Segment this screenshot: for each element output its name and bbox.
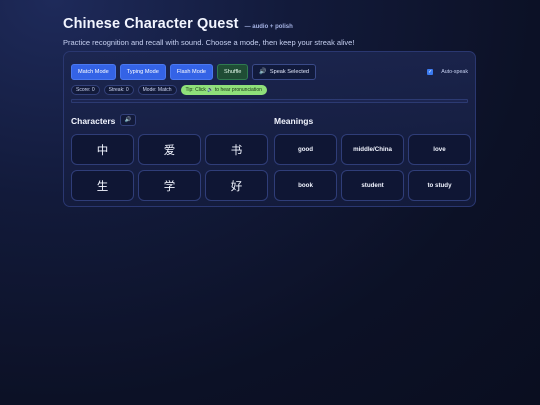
speaker-icon: 🔊 xyxy=(124,117,132,123)
auto-speak-toggle[interactable]: ✓ Auto-speak xyxy=(427,68,468,75)
page-header: Chinese Character Quest — audio + polish… xyxy=(63,16,354,47)
mode-toolbar: Match Mode Typing Mode Flash Mode Shuffl… xyxy=(71,63,468,80)
meaning-tile[interactable]: middle/China xyxy=(341,134,404,165)
meaning-tile[interactable]: to study xyxy=(408,170,471,201)
typing-mode-button[interactable]: Typing Mode xyxy=(119,63,166,80)
shuffle-button[interactable]: Shuffle xyxy=(217,63,249,80)
characters-heading: Characters xyxy=(71,116,116,126)
auto-speak-checkbox[interactable]: ✓ xyxy=(427,68,434,75)
character-tile[interactable]: 书 xyxy=(205,134,268,165)
title-row: Chinese Character Quest — audio + polish xyxy=(63,16,354,32)
meaning-tile[interactable]: student xyxy=(341,170,404,201)
quiz-card: Match Mode Typing Mode Flash Mode Shuffl… xyxy=(63,51,476,207)
character-tile[interactable]: 好 xyxy=(205,170,268,201)
status-row: Score: 0 Streak: 0 Mode: Match Tip: Clic… xyxy=(71,85,271,95)
characters-grid: 中 爱 书 生 学 好 xyxy=(71,134,268,201)
flash-mode-button[interactable]: Flash Mode xyxy=(169,63,214,80)
meaning-tile[interactable]: good xyxy=(274,134,337,165)
meaning-tile[interactable]: love xyxy=(408,134,471,165)
tip-badge: Tip: Click 🔊 to hear pronunciation xyxy=(180,85,267,95)
score-badge: Score: 0 xyxy=(71,85,100,95)
speak-characters-button[interactable]: 🔊 xyxy=(120,114,136,126)
progress-bar xyxy=(71,99,468,103)
match-mode-button[interactable]: Match Mode xyxy=(71,63,116,80)
character-tile[interactable]: 学 xyxy=(138,170,201,201)
character-tile[interactable]: 生 xyxy=(71,170,134,201)
speak-selected-label: Speak Selected xyxy=(269,68,310,75)
mode-badge: Mode: Match xyxy=(137,85,177,95)
streak-badge: Streak: 0 xyxy=(103,85,134,95)
character-tile[interactable]: 爱 xyxy=(138,134,201,165)
page-title: Chinese Character Quest xyxy=(63,16,239,32)
speak-selected-button[interactable]: 🔊 Speak Selected xyxy=(252,63,317,80)
meanings-heading: Meanings xyxy=(274,116,314,126)
meanings-grid: good middle/China love book student to s… xyxy=(274,134,471,201)
auto-speak-label: Auto-speak xyxy=(441,68,468,75)
page-subtitle: Practice recognition and recall with sou… xyxy=(63,38,355,47)
meaning-tile[interactable]: book xyxy=(274,170,337,201)
title-suffix: — audio + polish xyxy=(244,24,293,30)
character-tile[interactable]: 中 xyxy=(71,134,134,165)
speaker-icon: 🔊 xyxy=(259,69,267,75)
